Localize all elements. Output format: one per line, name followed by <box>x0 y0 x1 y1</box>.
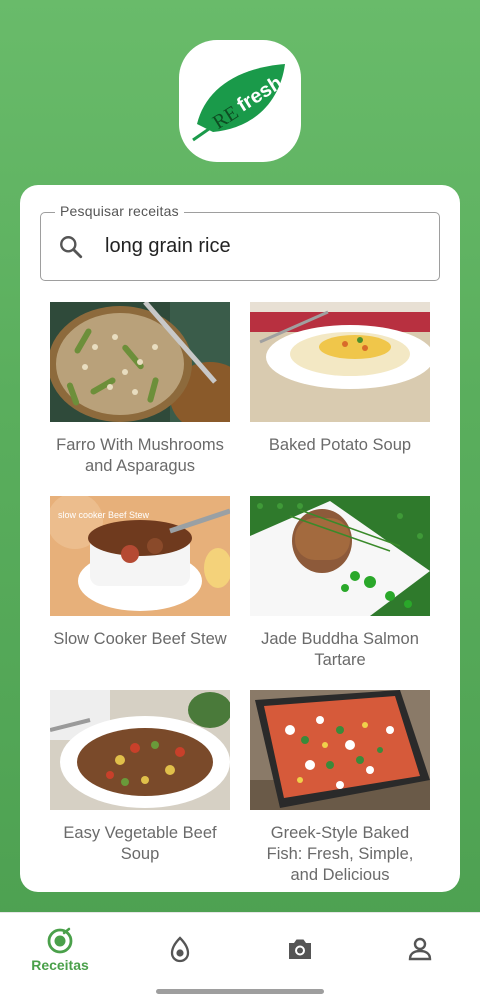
recipe-title[interactable]: Jade Buddha Salmon Tartare <box>250 629 430 671</box>
recipe-title[interactable]: Baked Potato Soup <box>250 435 430 456</box>
recipe-title[interactable]: Slow Cooker Beef Stew <box>50 629 230 650</box>
nav-label-recipes[interactable]: Receitas <box>31 957 89 973</box>
nav-tab-camera[interactable] <box>240 913 360 983</box>
bottom-navigation: Receitas <box>0 912 480 1001</box>
search-field[interactable]: Pesquisar receitas long grain rice <box>40 203 440 281</box>
recipe-title[interactable]: Farro With Mushrooms and Asparagus <box>50 435 230 477</box>
recipe-image[interactable] <box>50 302 230 422</box>
nav-tab-profile[interactable] <box>360 913 480 983</box>
home-indicator[interactable] <box>156 989 324 994</box>
search-input[interactable]: long grain rice <box>105 235 231 258</box>
recipe-title[interactable]: Greek-Style Baked Fish: Fresh, Simple, a… <box>250 823 430 886</box>
recipe-card-farro[interactable]: Farro With Mushrooms and Asparagus <box>50 302 230 477</box>
recipe-card-potato-soup[interactable]: Baked Potato Soup <box>250 302 430 456</box>
recipes-card: Pesquisar receitas long grain rice Farro… <box>20 185 460 892</box>
recipe-title[interactable]: Easy Vegetable Beef Soup <box>50 823 230 865</box>
nav-tab-ingredients[interactable] <box>120 913 240 983</box>
leaf-logo-icon: RE fresh <box>192 64 286 142</box>
avocado-icon[interactable] <box>166 935 194 963</box>
app-logo: RE fresh <box>179 40 301 162</box>
recipe-image[interactable] <box>250 496 430 616</box>
recipe-image[interactable] <box>50 690 230 810</box>
recipes-icon[interactable] <box>46 927 74 955</box>
recipe-image[interactable] <box>250 690 430 810</box>
camera-icon[interactable] <box>286 935 314 963</box>
nav-tab-recipes[interactable]: Receitas <box>0 913 120 983</box>
recipe-grid: Farro With Mushrooms and Asparagus Baked… <box>50 302 430 892</box>
recipe-image[interactable] <box>250 302 430 422</box>
recipe-card-greek-baked-fish[interactable]: Greek-Style Baked Fish: Fresh, Simple, a… <box>250 690 430 886</box>
thumb-caption: slow cooker Beef Stew <box>58 510 150 520</box>
recipe-card-beef-stew[interactable]: slow cooker Beef Stew Slow Cooker Beef S… <box>50 496 230 650</box>
profile-icon[interactable] <box>406 935 434 963</box>
search-label: Pesquisar receitas <box>55 203 184 219</box>
recipe-card-salmon-tartare[interactable]: Jade Buddha Salmon Tartare <box>250 496 430 671</box>
recipe-card-vegetable-beef-soup[interactable]: Easy Vegetable Beef Soup <box>50 690 230 865</box>
search-icon[interactable] <box>58 234 84 260</box>
recipe-image[interactable]: slow cooker Beef Stew <box>50 496 230 616</box>
